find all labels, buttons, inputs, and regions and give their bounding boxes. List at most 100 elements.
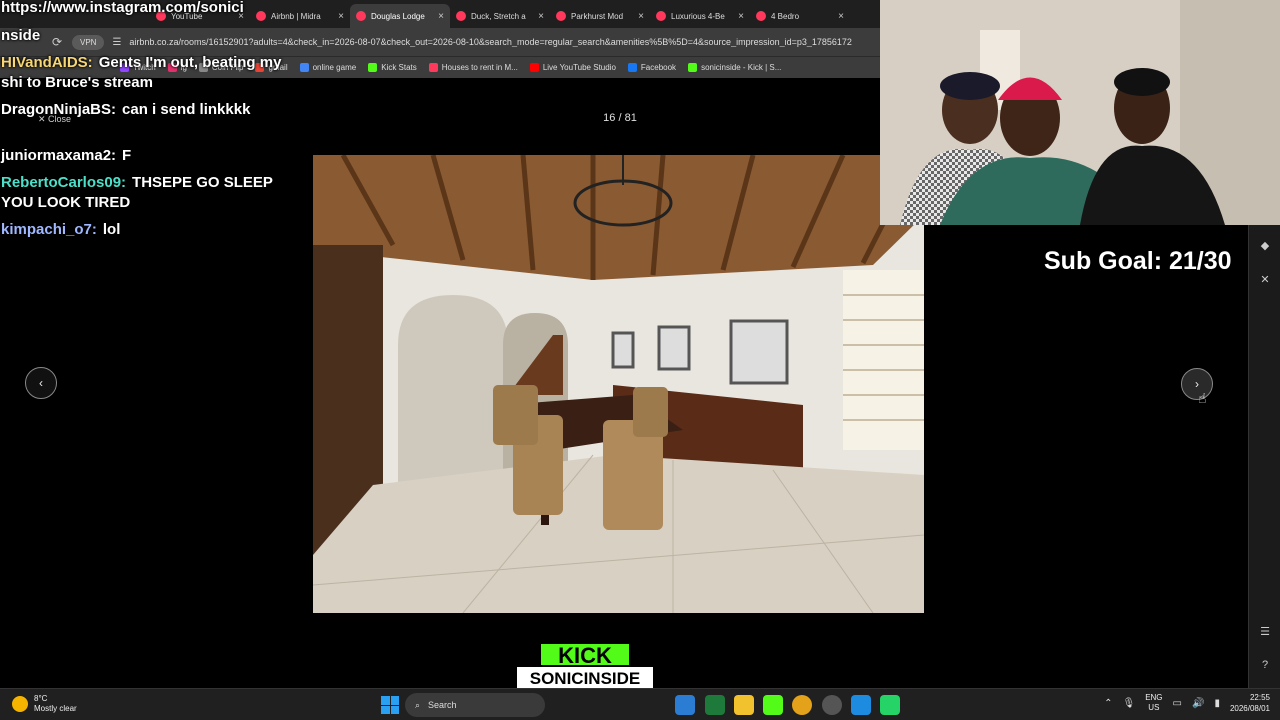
chat-message: kimpachi_o7: lol <box>1 220 291 240</box>
chat-message: DragonNinjaBS: can i send linkkkk <box>1 100 291 120</box>
system-tray: ⌃ 🎙 ENG US ▭ 🔊 ▮ 22:55 2026/08/01 <box>1104 692 1270 714</box>
kick-app-icon[interactable] <box>763 695 783 715</box>
previous-photo-button[interactable]: ‹ <box>25 367 57 399</box>
tab-favicon-icon <box>556 11 566 21</box>
clock-time: 22:55 <box>1249 693 1270 702</box>
tab-label: Duck, Stretch a <box>471 11 526 21</box>
language-indicator[interactable]: ENG US <box>1145 693 1162 713</box>
bookmark-item[interactable]: sonicinside - Kick | S... <box>688 63 781 72</box>
chevron-up-icon[interactable]: ⌃ <box>1104 698 1112 709</box>
bookmark-label: online game <box>312 63 357 72</box>
tab-close-icon[interactable]: × <box>338 11 344 22</box>
stream-app-icon[interactable] <box>705 695 725 715</box>
right-sidebar: ◆ ✕ ☰ ? <box>1248 225 1280 688</box>
chat-text: F <box>122 147 132 164</box>
bookmark-item[interactable]: online game <box>299 63 357 72</box>
network-icon[interactable]: ▭ <box>1173 698 1182 709</box>
bookmark-label: Kick Stats <box>381 63 417 72</box>
browser-tab[interactable]: Parkhurst Mod × <box>550 4 650 28</box>
whatsapp-icon[interactable] <box>880 695 900 715</box>
tab-label: Parkhurst Mod <box>571 11 624 21</box>
chevron-left-icon: ‹ <box>39 376 43 390</box>
kick-logo-line1: KICK <box>558 643 612 668</box>
kick-logo: KICK SONICINSIDE <box>512 642 662 690</box>
help-icon[interactable]: ? <box>1257 657 1273 673</box>
webcam-feed <box>880 0 1280 225</box>
search-label: Search <box>428 700 457 710</box>
chat-username[interactable]: juniormaxama2: <box>1 147 116 164</box>
tools-icon[interactable]: ✕ <box>1257 271 1273 287</box>
microphone-icon[interactable]: 🎙 <box>1122 698 1135 709</box>
chat-header-line-2: nside <box>1 27 41 44</box>
tab-label: Douglas Lodge <box>371 11 425 21</box>
weather-widget[interactable]: 8°C Mostly clear <box>12 694 77 714</box>
bookmark-favicon-icon <box>627 63 637 72</box>
copilot-icon[interactable]: ◆ <box>1257 237 1273 253</box>
tab-favicon-icon <box>456 11 466 21</box>
tab-close-icon[interactable]: × <box>738 11 744 22</box>
moon-weather-icon <box>12 696 28 712</box>
bookmark-label: Live YouTube Studio <box>542 63 616 72</box>
volume-icon[interactable]: 🔊 <box>1192 698 1204 709</box>
sub-goal-text: Sub Goal: 21/30 <box>1044 247 1232 275</box>
weather-condition: Mostly clear <box>34 704 77 713</box>
browser-tab[interactable]: Luxurious 4-Be × <box>650 4 750 28</box>
taskbar-search[interactable]: ⌕ Search <box>405 693 545 717</box>
browser-tab[interactable]: 4 Bedro × <box>750 4 850 28</box>
edge-app-icon[interactable] <box>675 695 695 715</box>
file-explorer-icon[interactable] <box>734 695 754 715</box>
obs-icon[interactable] <box>822 695 842 715</box>
bookmark-favicon-icon <box>529 63 539 72</box>
photo-counter: 16 / 81 <box>603 112 637 124</box>
tab-close-icon[interactable]: × <box>438 11 444 22</box>
search-icon: ⌕ <box>415 699 421 710</box>
kick-logo-line2: SONICINSIDE <box>530 669 641 688</box>
tab-favicon-icon <box>656 11 666 21</box>
next-photo-button[interactable]: › <box>1181 368 1213 400</box>
battery-icon[interactable]: ▮ <box>1214 698 1220 709</box>
browser-tab[interactable]: Douglas Lodge × <box>350 4 450 28</box>
weather-temperature: 8°C <box>34 694 48 703</box>
bookmark-label: sonicinside - Kick | S... <box>701 63 782 72</box>
windows-start-icon[interactable] <box>381 696 399 714</box>
bookmark-favicon-icon <box>299 63 309 72</box>
chat-message: juniormaxama2: F <box>1 146 291 166</box>
bookmark-label: Houses to rent in M... <box>441 63 518 72</box>
tab-label: 4 Bedro <box>771 11 800 21</box>
bookmark-label: Facebook <box>640 63 677 72</box>
bookmark-favicon-icon <box>428 63 438 72</box>
language-line1: ENG <box>1145 693 1163 702</box>
tab-close-icon[interactable]: × <box>638 11 644 22</box>
settings-sliders-icon[interactable]: ☰ <box>1257 623 1273 639</box>
bookmark-item[interactable]: Houses to rent in M... <box>428 63 518 72</box>
chevron-right-icon: › <box>1195 377 1199 391</box>
bookmark-favicon-icon <box>368 63 378 72</box>
chat-username[interactable]: RebertoCarlos09: <box>1 174 126 191</box>
bookmark-favicon-icon <box>688 63 698 72</box>
bookmark-item[interactable]: Facebook <box>627 63 677 72</box>
chrome-icon[interactable] <box>792 695 812 715</box>
chat-username[interactable]: HIVandAIDS: <box>1 54 93 71</box>
chat-message: RebertoCarlos09: THSEPE GO SLEEP YOU LOOK… <box>1 173 291 213</box>
windows-taskbar: 8°C Mostly clear ⌕ Search ⌃ 🎙 ENG US ▭ 🔊… <box>0 688 1280 720</box>
chat-message: HIVandAIDS: Gents I'm out, beating my shi… <box>1 53 291 93</box>
hand-cursor-icon: ☝ <box>1198 390 1207 406</box>
clock[interactable]: 22:55 2026/08/01 <box>1230 692 1270 714</box>
tab-label: Luxurious 4-Be <box>671 11 725 21</box>
browser-tab[interactable]: Duck, Stretch a × <box>450 4 550 28</box>
bookmark-item[interactable]: Kick Stats <box>368 63 417 72</box>
listing-photo <box>313 155 924 613</box>
tab-close-icon[interactable]: × <box>538 11 544 22</box>
tab-favicon-icon <box>356 11 366 21</box>
tab-close-icon[interactable]: × <box>838 11 844 22</box>
chat-username[interactable]: DragonNinjaBS: <box>1 101 116 118</box>
chat-username[interactable]: kimpachi_o7: <box>1 221 97 238</box>
chat-text: can i send linkkkk <box>122 101 251 118</box>
tab-favicon-icon <box>756 11 766 21</box>
clock-date: 2026/08/01 <box>1229 704 1270 713</box>
language-line2: US <box>1148 703 1160 712</box>
edge-browser-icon[interactable] <box>851 695 871 715</box>
chat-text: lol <box>102 221 121 238</box>
chat-header-line: https://www.instagram.com/sonici <box>1 0 244 16</box>
bookmark-item[interactable]: Live YouTube Studio <box>529 63 616 72</box>
